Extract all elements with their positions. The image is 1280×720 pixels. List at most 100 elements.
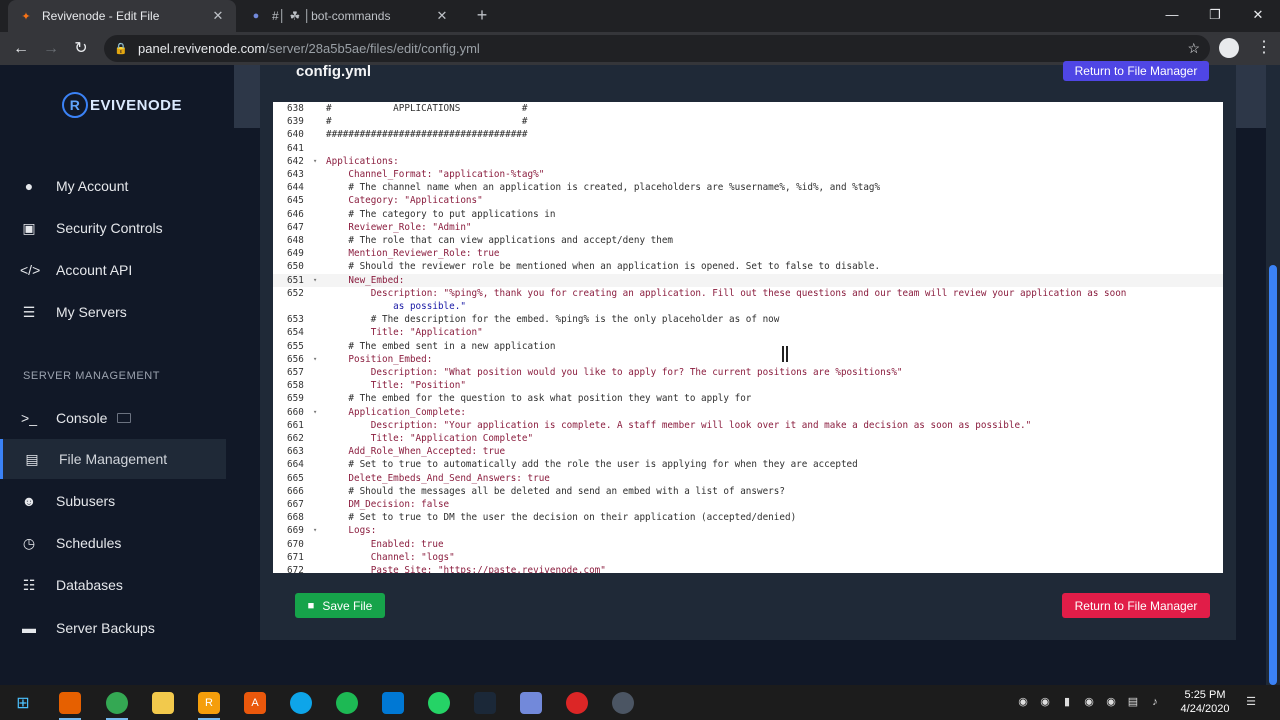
line-number: 654: [287, 327, 304, 339]
reload-icon[interactable]: ↻: [68, 36, 94, 62]
tab-close-icon[interactable]: ✕: [210, 8, 226, 24]
code-line[interactable]: 641: [273, 142, 1223, 155]
fold-arrow-icon[interactable]: ▾: [313, 155, 317, 168]
code-line[interactable]: 671 Channel: "logs": [273, 551, 1223, 564]
notifications-icon[interactable]: ☰: [1244, 695, 1258, 709]
sidebar-item-databases[interactable]: ☷ Databases: [0, 565, 226, 605]
code-line[interactable]: 642 ▾ Applications:: [273, 155, 1223, 168]
sidebar-item-console[interactable]: >_ Console: [0, 398, 226, 438]
sidebar-item-file-management[interactable]: ▤ File Management: [0, 439, 226, 479]
back-icon[interactable]: ←: [8, 36, 34, 62]
code-line[interactable]: 640 ####################################: [273, 128, 1223, 141]
code-line[interactable]: 661 Description: "Your application is co…: [273, 419, 1223, 432]
code-line[interactable]: 658 Title: "Position": [273, 379, 1223, 392]
browser-menu-icon[interactable]: ⋮: [1256, 38, 1272, 58]
code-line[interactable]: 660 ▾ Application_Complete:: [273, 406, 1223, 419]
app-blue-icon[interactable]: [290, 692, 312, 714]
code-line[interactable]: 639 # #: [273, 115, 1223, 128]
code-line[interactable]: 657 Description: "What position would yo…: [273, 366, 1223, 379]
tab-edit-file[interactable]: ✦ Revivenode - Edit File ✕: [8, 0, 236, 32]
window-close-icon[interactable]: ✕: [1236, 0, 1280, 30]
fold-arrow-icon[interactable]: ▾: [313, 524, 317, 537]
profile-avatar-icon[interactable]: [1219, 38, 1239, 58]
code-line[interactable]: 669 ▾ Logs:: [273, 524, 1223, 537]
fold-arrow-icon[interactable]: ▾: [313, 274, 317, 287]
code-line[interactable]: 656 ▾ Position_Embed:: [273, 353, 1223, 366]
code-line[interactable]: 645 Category: "Applications": [273, 194, 1223, 207]
code-line[interactable]: 664 # Set to true to automatically add t…: [273, 458, 1223, 471]
sidebar-item-account-api[interactable]: </> Account API: [0, 250, 226, 290]
minimize-icon[interactable]: —: [1150, 0, 1194, 30]
chrome-icon[interactable]: [106, 692, 128, 720]
code-line[interactable]: 670 Enabled: true: [273, 538, 1223, 551]
tab-close-icon[interactable]: ✕: [434, 8, 450, 24]
code-line[interactable]: 668 # Set to true to DM the user the dec…: [273, 511, 1223, 524]
code-line[interactable]: 667 DM_Decision: false: [273, 498, 1223, 511]
code-line[interactable]: 654 Title: "Application": [273, 326, 1223, 339]
app-red-icon[interactable]: [566, 692, 588, 714]
spotify-icon[interactable]: [336, 692, 358, 714]
vscode-icon[interactable]: [382, 692, 404, 714]
firefox-icon[interactable]: [59, 692, 81, 720]
code-line[interactable]: 647 Reviewer_Role: "Admin": [273, 221, 1223, 234]
code-line[interactable]: 663 Add_Role_When_Accepted: true: [273, 445, 1223, 458]
tray-discord-icon[interactable]: ◉: [1082, 695, 1096, 709]
file-explorer-icon[interactable]: [152, 692, 174, 714]
steam-icon[interactable]: [474, 692, 496, 714]
code-line[interactable]: 666 # Should the messages all be deleted…: [273, 485, 1223, 498]
code-line[interactable]: 646 # The category to put applications i…: [273, 208, 1223, 221]
return-to-file-manager-top-button[interactable]: Return to File Manager: [1063, 61, 1209, 81]
taskbar-clock[interactable]: 5:25 PM 4/24/2020: [1180, 688, 1230, 716]
code-line[interactable]: 643 Channel_Format: "application-%tag%": [273, 168, 1223, 181]
microphone-icon[interactable]: ▮: [1060, 695, 1074, 709]
tray-chrome-icon[interactable]: ◉: [1104, 695, 1118, 709]
fold-arrow-icon[interactable]: ▾: [313, 353, 317, 366]
code-line[interactable]: 662 Title: "Application Complete": [273, 432, 1223, 445]
code-line[interactable]: 655 # The embed sent in a new applicatio…: [273, 340, 1223, 353]
code-line[interactable]: 659 # The embed for the question to ask …: [273, 392, 1223, 405]
app-a-icon[interactable]: A: [244, 692, 266, 714]
code-line[interactable]: 665 Delete_Embeds_And_Send_Answers: true: [273, 472, 1223, 485]
windows-start-icon[interactable]: ⊞: [12, 692, 34, 714]
whatsapp-icon[interactable]: [428, 692, 450, 714]
new-tab-icon[interactable]: +: [470, 4, 494, 28]
sidebar-item-schedules[interactable]: ◷ Schedules: [0, 523, 226, 563]
code-line[interactable]: 653 # The description for the embed. %pi…: [273, 313, 1223, 326]
sidebar-item-security-controls[interactable]: ▣ Security Controls: [0, 208, 226, 248]
fold-arrow-icon[interactable]: ▾: [313, 406, 317, 419]
sidebar-item-my-account[interactable]: ● My Account: [0, 166, 226, 206]
page-scrollbar-thumb[interactable]: [1269, 265, 1277, 685]
network-icon[interactable]: ▤: [1126, 695, 1140, 709]
page-scrollbar[interactable]: [1266, 65, 1280, 685]
code-line[interactable]: 644 # The channel name when an applicati…: [273, 181, 1223, 194]
code-line[interactable]: 650 # Should the reviewer role be mentio…: [273, 260, 1223, 273]
address-bar[interactable]: 🔒 panel.revivenode.com/server/28a5b5ae/f…: [104, 35, 1210, 62]
obs-icon[interactable]: [612, 692, 634, 714]
discord-icon[interactable]: [520, 692, 542, 714]
code-line[interactable]: 672 Paste_Site: "https://paste.revivenod…: [273, 564, 1223, 573]
code-line[interactable]: 649 Mention_Reviewer_Role: true: [273, 247, 1223, 260]
code-line[interactable]: 648 # The role that can view application…: [273, 234, 1223, 247]
sidebar-item-my-servers[interactable]: ☰ My Servers: [0, 292, 226, 332]
sidebar-item-subusers[interactable]: ☻ Subusers: [0, 481, 226, 521]
code-line[interactable]: 638 # APPLICATIONS #: [273, 102, 1223, 115]
url-host: panel.revivenode.com: [138, 41, 266, 56]
sidebar-item-server-backups[interactable]: ▬ Server Backups: [0, 608, 226, 648]
bookmark-star-icon[interactable]: ☆: [1187, 40, 1200, 57]
tray-steam-icon[interactable]: ◉: [1038, 695, 1052, 709]
app-r-icon[interactable]: R: [198, 692, 220, 720]
brand-logo[interactable]: R EVIVENODE: [62, 91, 182, 119]
tab-bot-commands[interactable]: ● #│ ☘ │bot-commands ✕: [238, 0, 460, 32]
forward-icon[interactable]: →: [38, 36, 64, 62]
popout-icon[interactable]: [117, 413, 132, 423]
line-text: # Should the messages all be deleted and…: [326, 485, 785, 497]
code-line[interactable]: 651 ▾ New_Embed:: [273, 273, 1223, 287]
volume-icon[interactable]: ♪: [1148, 695, 1162, 709]
code-line[interactable]: as possible.": [273, 300, 1223, 313]
tray-app-icon[interactable]: ◉: [1016, 695, 1030, 709]
code-line[interactable]: 652 Description: "%ping%, thank you for …: [273, 287, 1223, 300]
code-editor[interactable]: 638 # APPLICATIONS # 639 # # 640 ############…: [273, 102, 1223, 573]
return-to-file-manager-button[interactable]: Return to File Manager: [1062, 593, 1210, 618]
restore-icon[interactable]: ❐: [1193, 0, 1237, 30]
save-file-button[interactable]: ■ Save File: [295, 593, 385, 618]
